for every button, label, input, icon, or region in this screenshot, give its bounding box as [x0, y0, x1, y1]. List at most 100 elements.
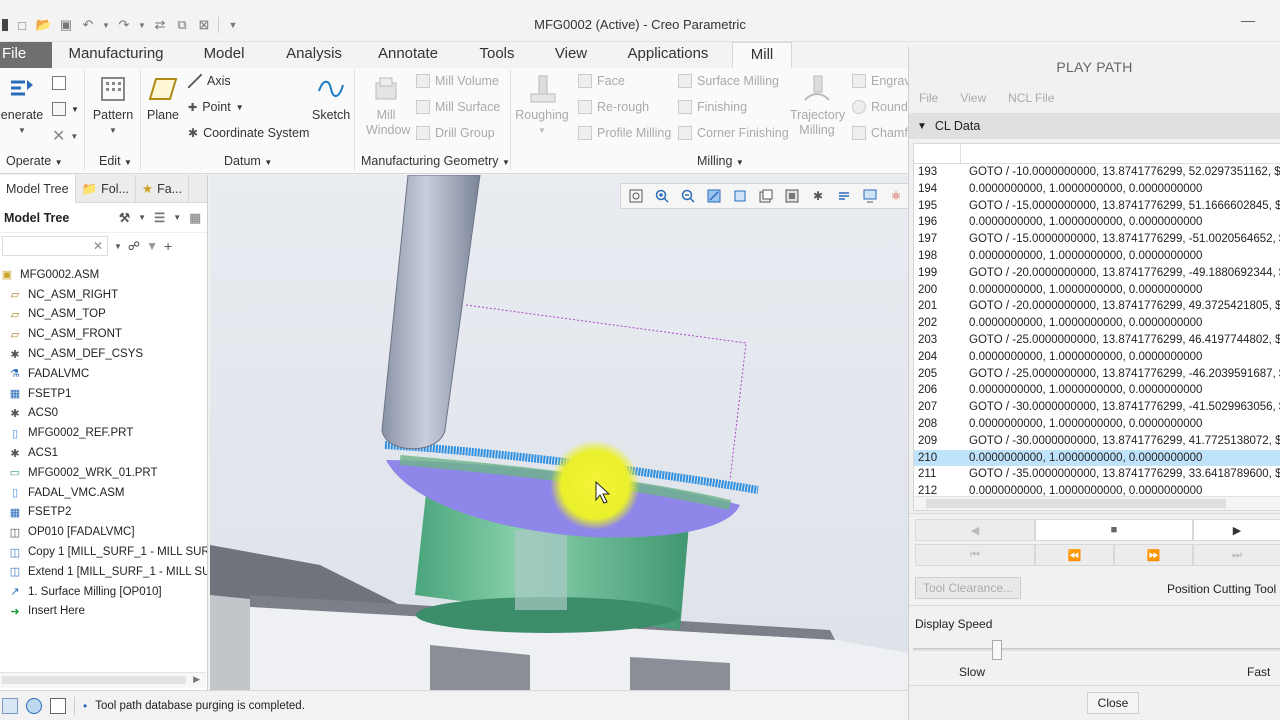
tree-item[interactable]: ▯ FADAL_VMC.ASM	[0, 483, 207, 503]
display-speed-slider-thumb[interactable]	[991, 640, 1002, 660]
axis-button[interactable]: Axis	[188, 74, 231, 88]
cl-data-row[interactable]: 197 GOTO / -15.0000000000, 13.8741776299,…	[914, 231, 1280, 248]
delete-button[interactable]: ✕ ▼	[52, 126, 78, 146]
tab-favorites[interactable]: ★ Fa...	[136, 175, 190, 203]
tree-item[interactable]: ▭ MFG0002_WRK_01.PRT	[0, 463, 207, 483]
operate-group-label[interactable]: Operate ▼	[6, 154, 63, 168]
play-forward-button[interactable]: ▶	[1193, 519, 1280, 541]
tree-item[interactable]: ✱ ACS0	[0, 404, 207, 424]
cl-data-row[interactable]: 204 0.0000000000, 1.0000000000, 0.0000000…	[914, 349, 1280, 366]
display-style-icon[interactable]	[729, 186, 751, 206]
tab-manufacturing[interactable]: Manufacturing	[52, 42, 180, 68]
generate-button[interactable]: enerate ▼	[0, 74, 44, 138]
cl-data-row[interactable]: 196 0.0000000000, 1.0000000000, 0.0000000…	[914, 214, 1280, 231]
mill-volume-button[interactable]: Mill Volume	[416, 74, 499, 88]
repaint-icon[interactable]	[703, 186, 725, 206]
tree-item[interactable]: ▣ MFG0002.ASM	[0, 265, 207, 285]
chamfer-button[interactable]: Chamf	[852, 126, 908, 140]
tree-settings-icon[interactable]: ⚒	[119, 210, 130, 225]
face-button[interactable]: Face	[578, 74, 625, 88]
cl-data-row[interactable]: 211 GOTO / -35.0000000000, 13.8741776299,…	[914, 466, 1280, 483]
tree-settings-dropdown-icon[interactable]: ▼	[138, 213, 146, 222]
tab-tools[interactable]: Tools	[456, 42, 538, 68]
round-button[interactable]: Round	[852, 100, 908, 114]
corner-finishing-button[interactable]: Corner Finishing	[678, 126, 789, 140]
fast-forward-button[interactable]: ⏭	[1193, 544, 1280, 566]
step-back-button[interactable]: ⏪	[1035, 544, 1114, 566]
clear-search-icon[interactable]: ✕	[93, 239, 103, 253]
edit-group-label[interactable]: Edit ▼	[99, 154, 132, 168]
datum-display-icon[interactable]: ✱	[807, 186, 829, 206]
scroll-right-icon[interactable]: ▶	[193, 674, 200, 685]
status-globe-icon[interactable]	[26, 697, 42, 714]
simulation-display-icon[interactable]: ⚛	[885, 186, 907, 206]
point-button[interactable]: ✚ Point ▼	[188, 100, 244, 114]
cl-data-horizontal-scrollbar[interactable]	[914, 496, 1280, 510]
step-forward-button[interactable]: ⏩	[1114, 544, 1193, 566]
paste-button[interactable]: ▼	[52, 102, 79, 116]
engrave-button[interactable]: Engrav	[852, 74, 911, 88]
cl-data-section-header[interactable]: ▼ CL Data	[909, 113, 1280, 139]
tab-applications[interactable]: Applications	[604, 42, 732, 68]
cl-data-table[interactable]: 193 GOTO / -10.0000000000, 13.8741776299,…	[913, 143, 1280, 511]
tree-item[interactable]: ◫ OP010 [FADALVMC]	[0, 522, 207, 542]
filter-icon[interactable]: ▼	[146, 239, 158, 253]
tab-file[interactable]: File	[0, 42, 52, 68]
menu-view[interactable]: View	[960, 91, 986, 105]
tab-analysis[interactable]: Analysis	[268, 42, 360, 68]
scroll-thumb[interactable]	[926, 499, 1226, 508]
re-rough-button[interactable]: Re-rough	[578, 100, 649, 114]
tree-item[interactable]: ▱ NC_ASM_TOP	[0, 305, 207, 325]
add-icon[interactable]: +	[164, 238, 172, 254]
menu-file[interactable]: File	[919, 91, 938, 105]
cl-data-row[interactable]: 201 GOTO / -20.0000000000, 13.8741776299,…	[914, 298, 1280, 315]
tree-item[interactable]: ➜ Insert Here	[0, 602, 207, 622]
cl-data-row[interactable]: 194 0.0000000000, 1.0000000000, 0.0000000…	[914, 181, 1280, 198]
cl-data-row[interactable]: 200 0.0000000000, 1.0000000000, 0.0000000…	[914, 282, 1280, 299]
tree-item[interactable]: ▯ MFG0002_REF.PRT	[0, 423, 207, 443]
tree-item[interactable]: ⚗ FADALVMC	[0, 364, 207, 384]
status-fullscreen-icon[interactable]	[50, 697, 66, 714]
profile-milling-button[interactable]: Profile Milling	[578, 126, 671, 140]
annotation-display-icon[interactable]	[833, 186, 855, 206]
tab-view[interactable]: View	[538, 42, 604, 68]
status-grid-icon[interactable]	[2, 697, 18, 714]
cl-data-row[interactable]: 208 0.0000000000, 1.0000000000, 0.0000000…	[914, 416, 1280, 433]
sketch-button[interactable]: Sketch	[312, 74, 350, 123]
pattern-button[interactable]: Pattern ▼	[90, 74, 136, 138]
show-dropdown-icon[interactable]: ▼	[173, 213, 181, 222]
cl-data-row[interactable]: 206 0.0000000000, 1.0000000000, 0.0000000…	[914, 382, 1280, 399]
tab-folder-browser[interactable]: 📁 Fol...	[76, 175, 136, 203]
saved-views-icon[interactable]	[755, 186, 777, 206]
manufacturing-geometry-group-label[interactable]: Manufacturing Geometry ▼	[361, 154, 510, 168]
tab-annotate[interactable]: Annotate	[360, 42, 456, 68]
tree-item[interactable]: ▦ FSETP1	[0, 384, 207, 404]
refit-icon[interactable]	[625, 186, 647, 206]
plane-button[interactable]: Plane	[144, 74, 182, 123]
roughing-button[interactable]: Roughing ▼	[514, 74, 570, 138]
tab-model-tree[interactable]: Model Tree	[0, 175, 76, 203]
cl-data-row[interactable]: 203 GOTO / -25.0000000000, 13.8741776299,…	[914, 332, 1280, 349]
display-speed-slider[interactable]	[913, 648, 1280, 651]
tree-item[interactable]: ✱ NC_ASM_DEF_CSYS	[0, 344, 207, 364]
spin-center-icon[interactable]	[859, 186, 881, 206]
view-manager-icon[interactable]	[781, 186, 803, 206]
stop-button[interactable]: ■	[1035, 519, 1193, 541]
finishing-button[interactable]: Finishing	[678, 100, 747, 114]
3d-model-scene[interactable]	[210, 175, 908, 690]
tree-item[interactable]: ↗ 1. Surface Milling [OP010]	[0, 582, 207, 602]
zoom-in-icon[interactable]	[651, 186, 673, 206]
tree-item[interactable]: ▱ NC_ASM_FRONT	[0, 324, 207, 344]
tab-mill[interactable]: Mill	[732, 42, 792, 68]
scroll-thumb[interactable]	[2, 676, 186, 684]
cl-data-row[interactable]: 209 GOTO / -30.0000000000, 13.8741776299,…	[914, 433, 1280, 450]
play-backward-button[interactable]: ◀	[915, 519, 1035, 541]
graphics-viewport[interactable]: ✱ ⚛	[210, 175, 908, 690]
cl-data-row[interactable]: 199 GOTO / -20.0000000000, 13.8741776299,…	[914, 265, 1280, 282]
tree-search-input[interactable]: ✕	[2, 236, 108, 256]
cl-data-row[interactable]: 198 0.0000000000, 1.0000000000, 0.0000000…	[914, 248, 1280, 265]
trajectory-milling-button[interactable]: Trajectory Milling	[788, 74, 846, 138]
cl-data-row[interactable]: 193 GOTO / -10.0000000000, 13.8741776299,…	[914, 164, 1280, 181]
menu-ncl-file[interactable]: NCL File	[1008, 91, 1054, 105]
search-dropdown-icon[interactable]: ▼	[114, 242, 122, 251]
